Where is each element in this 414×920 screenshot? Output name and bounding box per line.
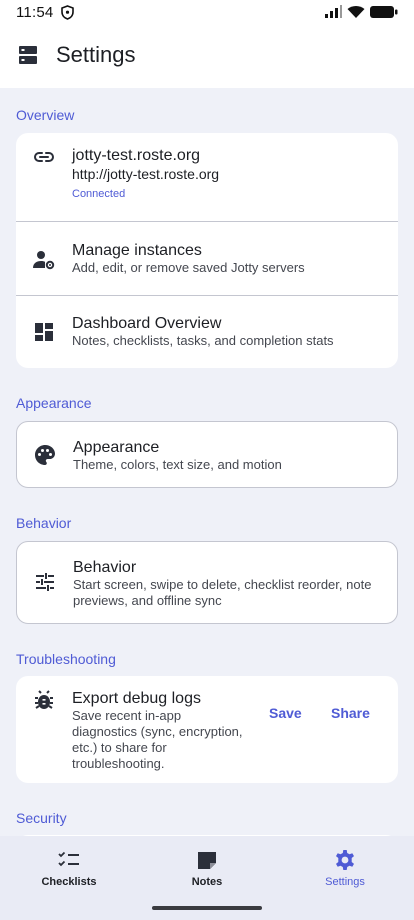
- wifi-icon: [347, 6, 365, 18]
- dashboard-overview-subtitle: Notes, checklists, tasks, and completion…: [72, 333, 334, 348]
- section-header-troubleshooting: Troubleshooting: [16, 651, 116, 667]
- signal-icon: [325, 5, 342, 18]
- section-header-security: Security: [16, 810, 67, 826]
- nav-label-checklists: Checklists: [41, 876, 97, 888]
- instance-row[interactable]: jotty-test.roste.org http://jotty-test.r…: [16, 133, 398, 221]
- instance-url: http://jotty-test.roste.org: [72, 166, 220, 182]
- gesture-bar[interactable]: [152, 906, 262, 910]
- nav-item-settings[interactable]: Settings: [276, 848, 414, 888]
- share-button[interactable]: Share: [331, 705, 370, 721]
- export-debug-logs-row: Export debug logs Save recent in-app dia…: [16, 676, 398, 783]
- nav-item-notes[interactable]: Notes: [138, 848, 276, 888]
- status-time: 11:54: [16, 3, 54, 21]
- export-debug-logs-subtitle: Save recent in-app diagnostics (sync, en…: [72, 708, 243, 771]
- behavior-subtitle: Start screen, swipe to delete, checklist…: [73, 577, 372, 608]
- shield-icon: [61, 4, 75, 20]
- dashboard-overview-title: Dashboard Overview: [72, 315, 222, 332]
- section-header-overview: Overview: [16, 107, 75, 123]
- app-bar: Settings: [0, 24, 414, 88]
- dashboard-icon: [35, 323, 53, 341]
- save-button[interactable]: Save: [269, 705, 302, 721]
- dashboard-overview-row[interactable]: Dashboard Overview Notes, checklists, ta…: [16, 296, 398, 368]
- status-bar: 11:54: [0, 0, 414, 24]
- settings-list[interactable]: Overview jotty-test.roste.org http://jot…: [0, 88, 414, 836]
- gear-icon: [336, 850, 354, 870]
- checklist-icon: [58, 851, 79, 867]
- troubleshooting-card: Export debug logs Save recent in-app dia…: [16, 676, 398, 783]
- connection-status: Connected: [72, 188, 126, 200]
- nav-label-notes: Notes: [191, 876, 223, 888]
- tune-icon: [36, 573, 54, 591]
- appearance-row[interactable]: Appearance Theme, colors, text size, and…: [17, 422, 397, 487]
- bug-icon: [35, 690, 53, 709]
- export-debug-logs-title: Export debug logs: [72, 690, 201, 707]
- manage-instances-title: Manage instances: [72, 242, 202, 259]
- overview-card: jotty-test.roste.org http://jotty-test.r…: [16, 133, 398, 368]
- behavior-card[interactable]: Behavior Start screen, swipe to delete, …: [16, 541, 398, 624]
- dns-icon[interactable]: [18, 45, 38, 65]
- section-header-behavior: Behavior: [16, 515, 72, 531]
- nav-label-settings: Settings: [325, 876, 365, 888]
- manage-instances-row[interactable]: Manage instances Add, edit, or remove sa…: [16, 222, 398, 295]
- behavior-title: Behavior: [73, 559, 137, 576]
- appearance-title: Appearance: [73, 439, 160, 456]
- palette-icon: [35, 445, 55, 465]
- section-header-appearance: Appearance: [16, 395, 92, 411]
- behavior-row[interactable]: Behavior Start screen, swipe to delete, …: [17, 542, 397, 623]
- appearance-subtitle: Theme, colors, text size, and motion: [73, 457, 282, 472]
- battery-icon: [370, 6, 398, 18]
- nav-item-checklists[interactable]: Checklists: [0, 848, 138, 888]
- instance-name: jotty-test.roste.org: [72, 147, 201, 164]
- page-title: Settings: [56, 42, 136, 67]
- manage-accounts-icon: [33, 251, 55, 270]
- note-icon: [198, 852, 216, 869]
- manage-instances-subtitle: Add, edit, or remove saved Jotty servers: [72, 260, 305, 275]
- appearance-card[interactable]: Appearance Theme, colors, text size, and…: [16, 421, 398, 488]
- link-icon: [34, 152, 54, 162]
